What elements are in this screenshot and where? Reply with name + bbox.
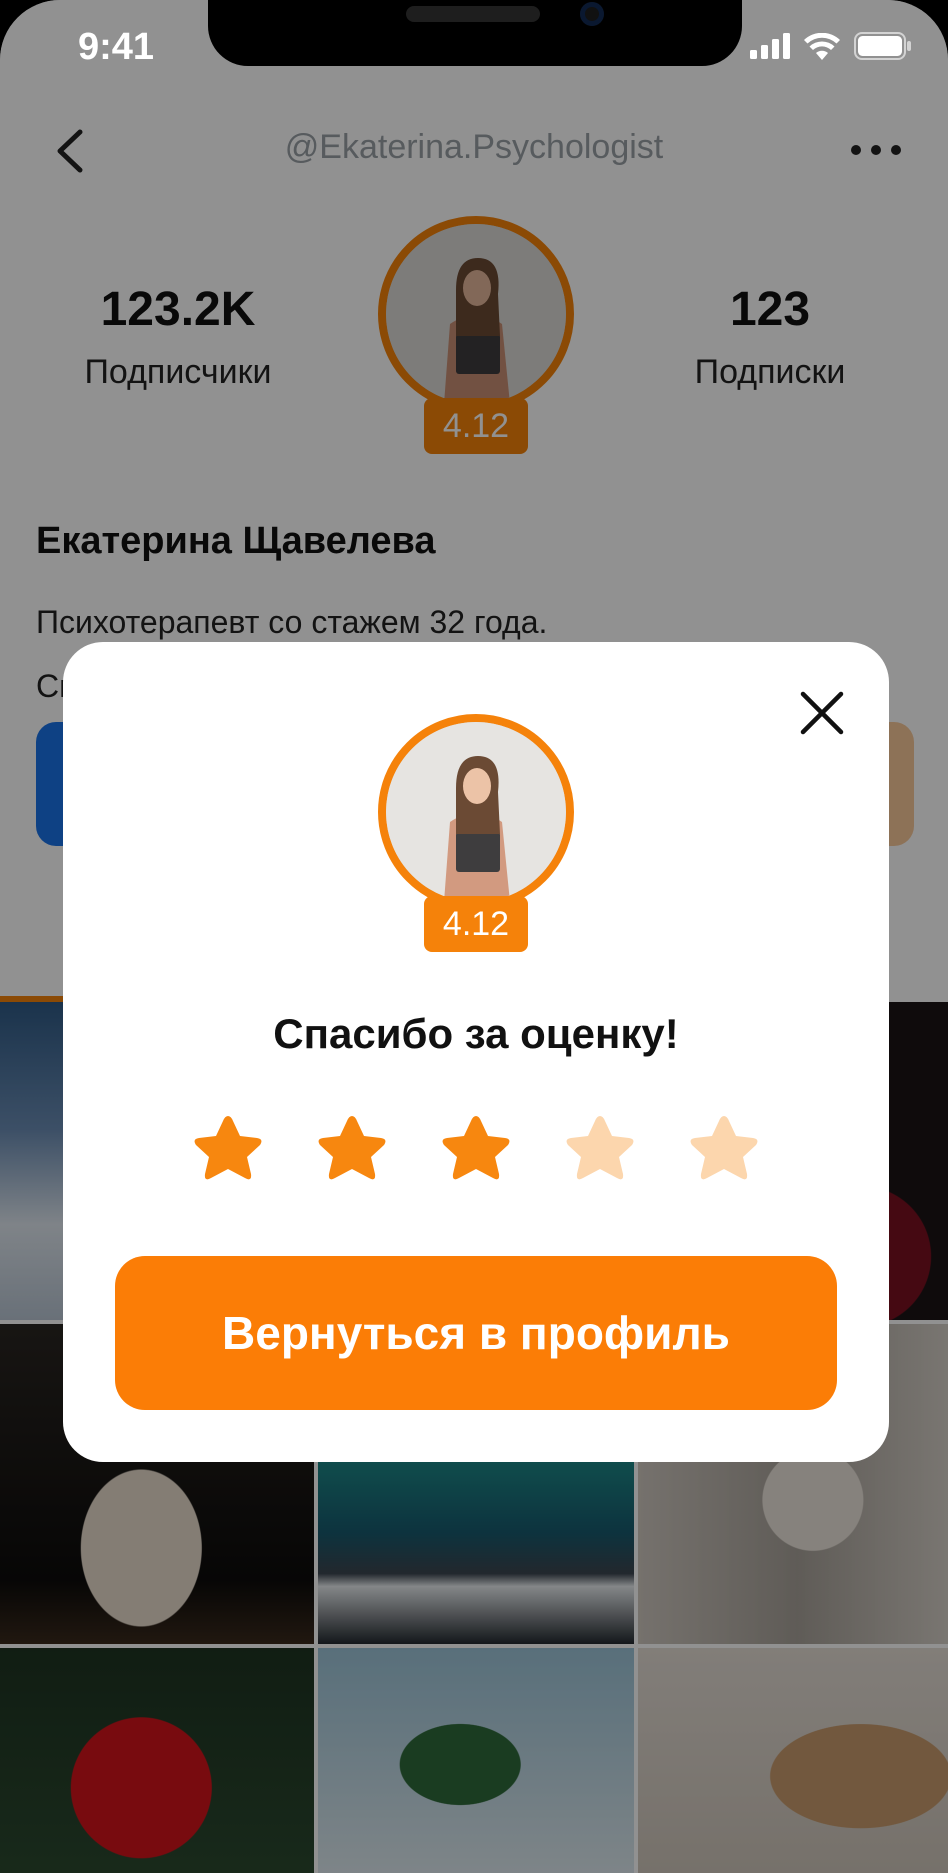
star-empty-icon[interactable] [561,1112,639,1186]
status-bar: 9:41 [0,0,948,110]
modal-avatar [378,714,574,910]
speaker-grille [406,6,540,22]
star-filled-icon[interactable] [313,1112,391,1186]
close-icon[interactable] [799,690,845,736]
camera-icon [580,2,604,26]
star-rating [189,1112,763,1186]
avatar-photo [386,722,566,902]
signal-icon [750,33,790,59]
back-to-profile-button[interactable]: Вернуться в профиль [115,1256,837,1410]
profile-screen: 9:41 @Ekaterina.Psychologist 123.2K Подп… [0,0,948,1873]
modal-title: Спасибо за оценку! [273,1010,679,1057]
notch [208,0,742,66]
star-filled-icon[interactable] [437,1112,515,1186]
star-empty-icon[interactable] [685,1112,763,1186]
rating-thanks-modal: 4.12 Спасибо за оценку! Вернуться в проф… [63,642,889,1462]
wifi-icon [804,32,840,60]
modal-rating-badge: 4.12 [424,896,528,952]
battery-icon [854,32,911,60]
status-time: 9:41 [78,26,155,68]
star-filled-icon[interactable] [189,1112,267,1186]
status-icons [750,32,912,60]
